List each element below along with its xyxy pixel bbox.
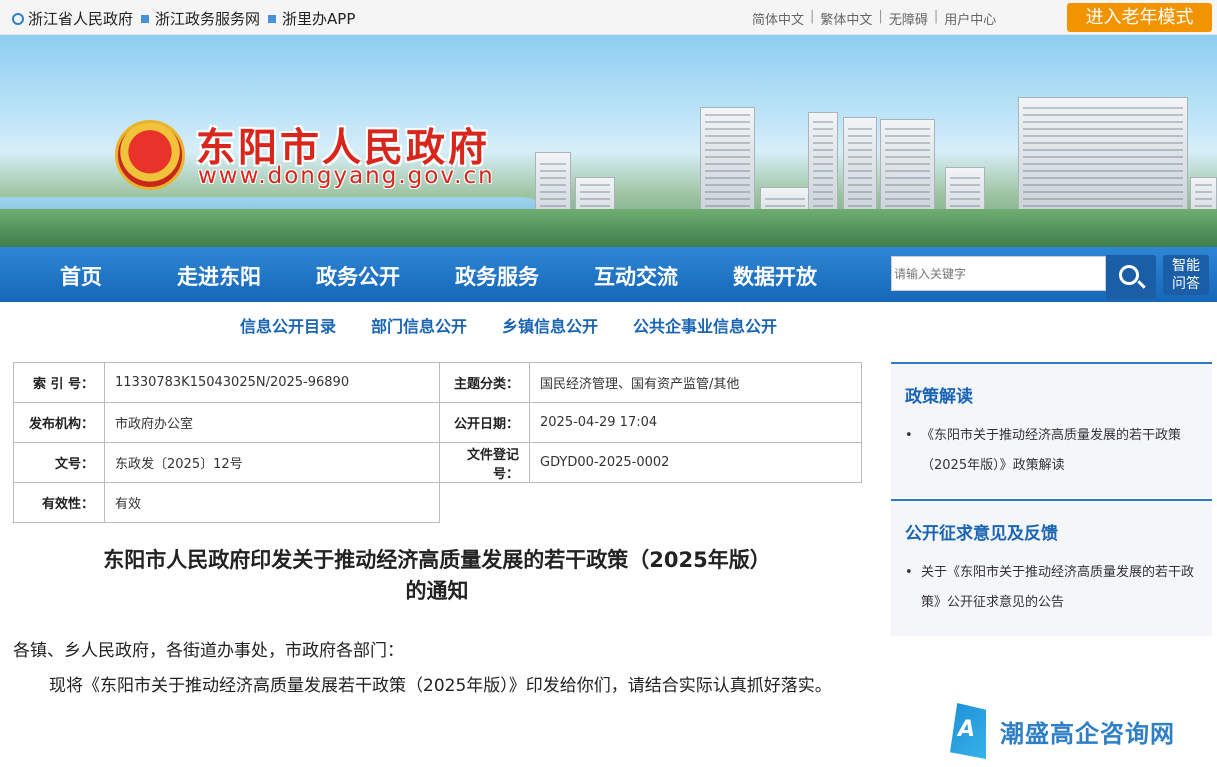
table-row: 索 引 号： 11330783K15043025N/2025-96890 主题分… <box>13 362 862 403</box>
empty-cell <box>530 483 862 523</box>
category-label: 主题分类： <box>439 362 530 403</box>
smart-qa-button[interactable]: 智能问答 <box>1163 255 1209 295</box>
header-banner: 东阳市人民政府 www.dongyang.gov.cn <box>0 35 1217 247</box>
list-item[interactable]: 关于《东阳市关于推动经济高质量发展的若干政策》公开征求意见的公告 <box>905 558 1212 618</box>
policy-interpretation-panel: 政策解读 《东阳市关于推动经济高质量发展的若干政策（2025年版）》政策解读 <box>891 362 1212 497</box>
app-icon <box>268 14 277 23</box>
index-label: 索 引 号： <box>13 362 105 403</box>
separator: | <box>878 9 883 24</box>
search-input[interactable] <box>891 256 1106 291</box>
nav-gov-affairs-open[interactable]: 政务公开 <box>316 261 400 291</box>
document-info-table: 索 引 号： 11330783K15043025N/2025-96890 主题分… <box>13 362 862 523</box>
index-value: 11330783K15043025N/2025-96890 <box>104 362 440 403</box>
trees-decoration <box>0 209 1217 247</box>
article-greeting: 各镇、乡人民政府，各街道办事处，市政府各部门： <box>13 641 404 661</box>
watermark-logo-icon: A <box>950 703 986 759</box>
subnav-public-enterprise[interactable]: 公共企事业信息公开 <box>633 313 777 337</box>
watermark: A 潮盛高企咨询网 <box>950 703 1175 759</box>
article-title-line2: 的通知 <box>405 579 469 603</box>
subnav-catalog[interactable]: 信息公开目录 <box>240 313 336 337</box>
article-body: 现将《东阳市关于推动经济高质量发展若干政策（2025年版）》印发给你们，请结合实… <box>49 676 832 696</box>
feedback-panel: 公开征求意见及反馈 关于《东阳市关于推动经济高质量发展的若干政策》公开征求意见的… <box>891 499 1212 636</box>
empty-cell <box>440 483 530 523</box>
elder-mode-button[interactable]: 进入老年模式 <box>1067 3 1212 32</box>
link-zhejiang-service[interactable]: 浙江政务服务网 <box>141 8 260 29</box>
panel-title: 政策解读 <box>905 387 973 407</box>
subnav-township[interactable]: 乡镇信息公开 <box>502 313 598 337</box>
policy-list: 《东阳市关于推动经济高质量发展的若干政策（2025年版）》政策解读 <box>905 421 1212 481</box>
table-row: 发布机构： 市政府办公室 公开日期： 2025-04-29 17:04 <box>13 402 862 443</box>
nav-gov-services[interactable]: 政务服务 <box>455 261 539 291</box>
link-zhejiang-gov[interactable]: 浙江省人民政府 <box>12 8 133 29</box>
date-value: 2025-04-29 17:04 <box>529 402 862 443</box>
nav-open-data[interactable]: 数据开放 <box>733 261 817 291</box>
search-button[interactable] <box>1106 255 1156 299</box>
top-links: 浙江省人民政府 浙江政务服务网 浙里办APP <box>12 8 363 29</box>
org-value: 市政府办公室 <box>104 402 440 443</box>
search-icon-handle <box>1137 280 1146 289</box>
validity-label: 有效性： <box>13 482 105 523</box>
article-title: 东阳市人民政府印发关于推动经济高质量发展的若干政策（2025年版） 的通知 <box>13 545 861 607</box>
globe-icon <box>12 12 24 25</box>
accessibility-link[interactable]: 无障碍 <box>889 9 928 28</box>
doc-number-value: 东政发〔2025〕12号 <box>104 442 440 483</box>
subnav-department[interactable]: 部门信息公开 <box>371 313 467 337</box>
nav-home[interactable]: 首页 <box>60 261 102 291</box>
table-row: 有效性： 有效 <box>13 482 862 523</box>
top-bar: 浙江省人民政府 浙江政务服务网 浙里办APP 简体中文 | 繁体中文 | 无障碍… <box>0 0 1217 35</box>
national-emblem-icon <box>115 120 185 190</box>
separator: | <box>933 9 939 24</box>
service-icon <box>141 14 150 23</box>
article-title-line1: 东阳市人民政府印发关于推动经济高质量发展的若干政策（2025年版） <box>103 548 771 572</box>
top-right-links: 简体中文 | 繁体中文 | 无障碍 | 用户中心 <box>752 9 996 28</box>
link-zheliban-app[interactable]: 浙里办APP <box>268 8 355 29</box>
list-item[interactable]: 《东阳市关于推动经济高质量发展的若干政策（2025年版）》政策解读 <box>905 421 1212 481</box>
validity-value: 有效 <box>104 482 440 523</box>
feedback-list: 关于《东阳市关于推动经济高质量发展的若干政策》公开征求意见的公告 <box>905 558 1212 618</box>
sub-nav: 信息公开目录 部门信息公开 乡镇信息公开 公共企事业信息公开 <box>240 313 812 337</box>
category-value: 国民经济管理、国有资产监管/其他 <box>529 362 862 403</box>
traditional-chinese-link[interactable]: 繁体中文 <box>820 9 872 28</box>
site-url: www.dongyang.gov.cn <box>198 163 495 189</box>
registration-label: 文件登记号： <box>439 442 530 483</box>
org-label: 发布机构： <box>13 402 105 443</box>
doc-number-label: 文号： <box>13 442 105 483</box>
date-label: 公开日期： <box>439 402 530 443</box>
separator: | <box>810 9 815 24</box>
registration-value: GDYD00-2025-0002 <box>529 442 862 483</box>
main-nav: 首页 走进东阳 政务公开 政务服务 互动交流 数据开放 智能问答 <box>0 247 1217 302</box>
panel-title: 公开征求意见及反馈 <box>905 524 1058 544</box>
simplified-chinese-link[interactable]: 简体中文 <box>752 9 804 28</box>
table-row: 文号： 东政发〔2025〕12号 文件登记号： GDYD00-2025-0002 <box>13 442 862 483</box>
nav-about-dongyang[interactable]: 走进东阳 <box>177 261 261 291</box>
nav-interaction[interactable]: 互动交流 <box>594 261 678 291</box>
user-center-link[interactable]: 用户中心 <box>944 9 996 28</box>
watermark-text: 潮盛高企咨询网 <box>1000 718 1175 748</box>
